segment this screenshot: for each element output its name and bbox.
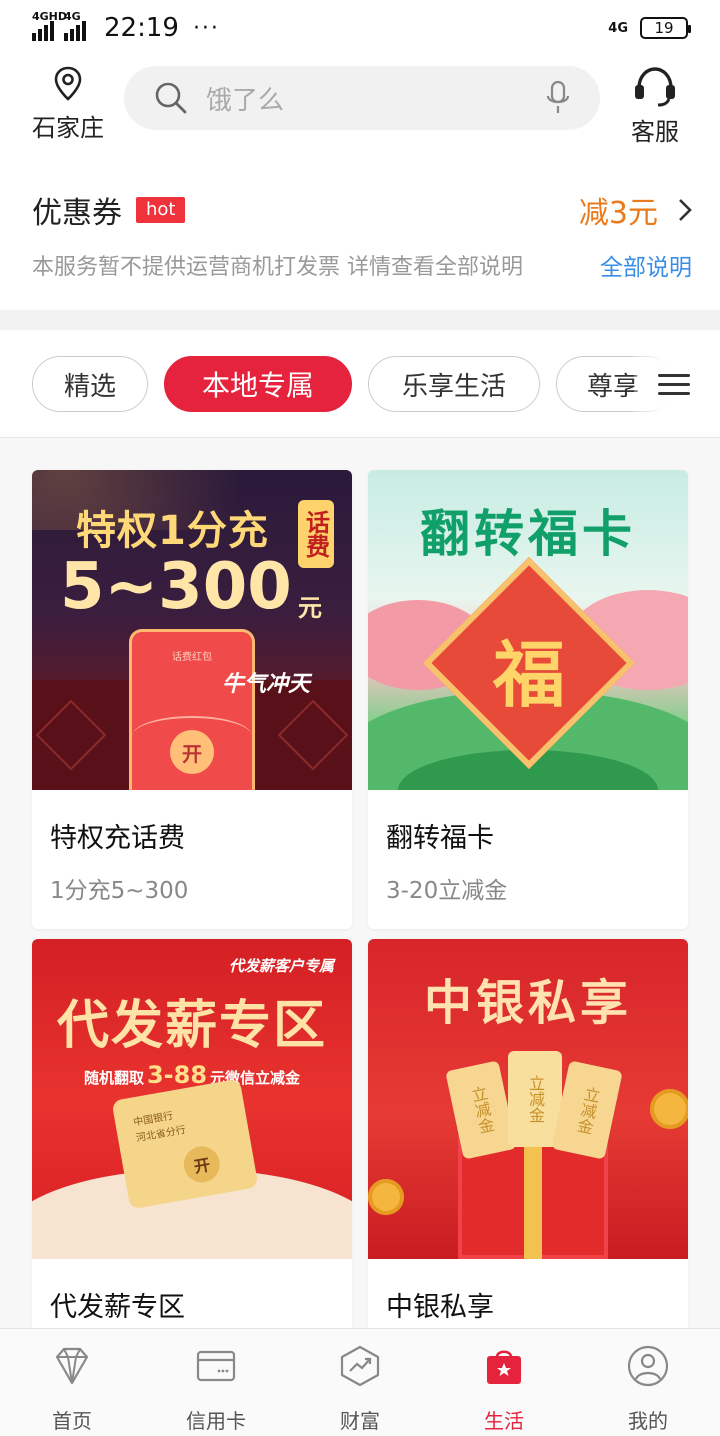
card-subtitle: 3-20立减金 xyxy=(386,878,508,904)
nav-label: 财富 xyxy=(340,1409,380,1433)
product-card[interactable]: 特权1分充 话费 5~300 元 话费红包 开 牛气冲天 特权充话费 1分充5~… xyxy=(32,470,352,929)
product-grid: 特权1分充 话费 5~300 元 话费红包 开 牛气冲天 特权充话费 1分充5~… xyxy=(0,438,720,1328)
tab-local-exclusive[interactable]: 本地专属 xyxy=(164,356,352,412)
open-button-graphic: 开 xyxy=(180,1143,223,1186)
location-label: 石家庄 xyxy=(32,114,104,142)
banner-slogan: 牛气冲天 xyxy=(222,672,311,697)
card-banner-payroll-zone: 代发薪客户专属 代发薪专区 随机翻取 3-88 元微信立减金 中国银行 河北省分行 … xyxy=(32,939,352,1259)
coupon-title: 优惠券 xyxy=(32,196,122,231)
bottom-navigation: 首页 信用卡 财富 生活 我的 xyxy=(0,1328,720,1436)
location-selector[interactable]: 石家庄 xyxy=(30,66,106,143)
nav-life[interactable]: 生活 xyxy=(432,1329,576,1436)
card-subtitle: 1分充5~300 xyxy=(50,878,189,904)
chevron-right-icon xyxy=(679,199,692,221)
full-description-link[interactable]: 全部说明 xyxy=(600,248,692,282)
product-card[interactable]: 代发薪客户专属 代发薪专区 随机翻取 3-88 元微信立减金 中国银行 河北省分行 … xyxy=(32,939,352,1328)
banner-headline: 中银私享 xyxy=(423,975,632,1031)
hot-badge: hot xyxy=(136,197,186,223)
customer-service-button[interactable]: 客服 xyxy=(620,64,690,147)
nav-mine[interactable]: 我的 xyxy=(576,1329,720,1436)
search-icon xyxy=(155,82,187,114)
banner-tag: 代发薪客户专属 xyxy=(228,957,334,975)
headset-icon xyxy=(635,67,675,107)
tab-featured[interactable]: 精选 xyxy=(32,356,148,412)
notice-text: 本服务暂不提供运营商机打发票 详情查看全部说明 xyxy=(32,255,523,280)
status-bar: 4GHD 4G 22:19 ··· 4G 19 xyxy=(0,0,720,56)
clock: 22:19 xyxy=(104,13,179,43)
banner-headline: 代发薪专区 xyxy=(56,996,327,1056)
battery-level: 19 xyxy=(654,19,674,37)
location-pin-icon xyxy=(54,66,82,101)
coupon-section: 优惠券 hot 减3元 本服务暂不提供运营商机打发票 详情查看全部说明 全部说明 xyxy=(0,172,720,310)
gold-coin-graphic xyxy=(368,1179,404,1215)
microphone-icon[interactable] xyxy=(546,80,570,116)
card-banner-fortune-card: 翻转福卡 福 xyxy=(368,470,688,790)
battery-icon: 19 xyxy=(640,17,691,39)
nav-wealth[interactable]: 财富 xyxy=(288,1329,432,1436)
signal-label: 4G xyxy=(64,10,81,23)
category-tabs: 精选 本地专属 乐享生活 尊享 xyxy=(0,330,720,438)
wealth-chart-icon xyxy=(340,1345,380,1387)
banner-headline: 特权1分充 xyxy=(76,508,269,554)
nav-label: 首页 xyxy=(52,1409,92,1433)
banner-side-tag: 话费 xyxy=(298,500,334,568)
open-button-graphic: 开 xyxy=(170,730,214,774)
search-placeholder: 饿了么 xyxy=(206,85,285,116)
fu-character: 福 xyxy=(492,633,565,717)
envelope-top-text: 话费红包 xyxy=(172,652,212,663)
signal-strength-icon: 4GHD xyxy=(32,11,67,41)
nav-label: 生活 xyxy=(484,1409,524,1433)
banner-headline: 翻转福卡 xyxy=(420,505,636,563)
service-label: 客服 xyxy=(631,118,679,146)
top-header: 石家庄 饿了么 客服 xyxy=(0,56,720,172)
card-title: 代发薪专区 xyxy=(50,1292,185,1323)
signal-label: 4GHD xyxy=(32,10,68,23)
hamburger-menu-icon xyxy=(658,368,690,401)
banner-unit: 元 xyxy=(298,594,322,622)
invoice-notice: 本服务暂不提供运营商机打发票 详情查看全部说明 全部说明 xyxy=(32,248,692,282)
coupon-row[interactable]: 优惠券 hot 减3元 xyxy=(32,182,692,238)
card-title: 翻转福卡 xyxy=(386,823,494,854)
credit-card-icon xyxy=(196,1350,236,1382)
nav-label: 我的 xyxy=(628,1409,668,1433)
banner-amount: 5~300 xyxy=(60,550,292,624)
card-title: 特权充话费 xyxy=(50,823,185,854)
nav-credit-card[interactable]: 信用卡 xyxy=(144,1329,288,1436)
shopping-bag-icon xyxy=(487,1350,521,1384)
card-banner-boc-private: 中银私享 立减金 立减金 立减金 xyxy=(368,939,688,1259)
signal-strength-icon: 4G xyxy=(64,11,86,41)
banner-promo: 随机翻取 3-88 元微信立减金 xyxy=(32,1061,352,1089)
nav-label: 信用卡 xyxy=(186,1409,246,1433)
user-icon xyxy=(627,1345,669,1387)
network-type: 4G xyxy=(608,20,628,36)
diamond-icon xyxy=(55,1347,89,1385)
more-notifications-icon: ··· xyxy=(192,15,220,41)
red-envelope: 话费红包 开 xyxy=(132,632,252,790)
gold-card: 中国银行 河北省分行 开 xyxy=(111,1078,259,1210)
gold-coin-graphic xyxy=(650,1089,688,1129)
ticket-left: 立减金 xyxy=(445,1060,517,1160)
card-banner-phone-topup: 特权1分充 话费 5~300 元 话费红包 开 牛气冲天 xyxy=(32,470,352,790)
card-title: 中银私享 xyxy=(386,1292,494,1323)
tab-menu-button[interactable] xyxy=(634,356,720,412)
tab-enjoy-life[interactable]: 乐享生活 xyxy=(368,356,540,412)
promo-prefix: 随机翻取 xyxy=(83,1069,144,1087)
nav-home[interactable]: 首页 xyxy=(0,1329,144,1436)
product-card[interactable]: 中银私享 立减金 立减金 立减金 中银私享 xyxy=(368,939,688,1328)
product-card[interactable]: 翻转福卡 福 翻转福卡 3-20立减金 xyxy=(368,470,688,929)
coupon-discount: 减3元 xyxy=(578,196,658,231)
search-bar[interactable]: 饿了么 xyxy=(124,66,600,130)
